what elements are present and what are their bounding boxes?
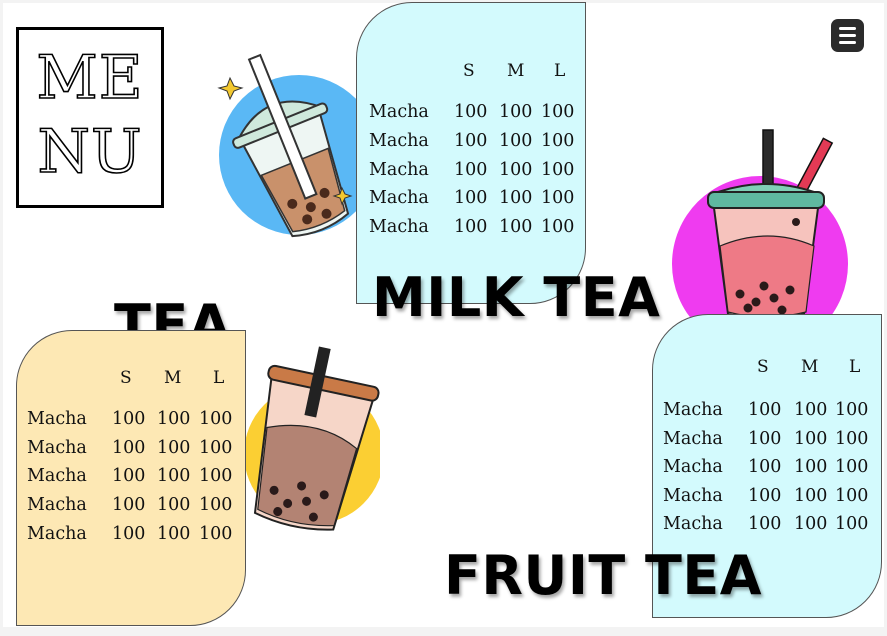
- price-s: 100: [112, 466, 146, 486]
- size-header-l: L: [554, 61, 566, 81]
- fruit-tea-title: FRUIT TEA: [444, 544, 763, 607]
- item-name: Macha: [27, 409, 87, 429]
- price-l: 100: [541, 217, 575, 237]
- size-header-l: L: [213, 368, 225, 388]
- item-name: Macha: [27, 466, 87, 486]
- item-name: Macha: [27, 524, 87, 544]
- price-m: 100: [499, 131, 533, 151]
- price-s: 100: [112, 524, 146, 544]
- item-name: Macha: [369, 217, 429, 237]
- price-row: Macha 100 100 100: [653, 486, 881, 515]
- item-name: Macha: [369, 102, 429, 122]
- price-s: 100: [112, 438, 146, 458]
- price-l: 100: [541, 102, 575, 122]
- price-s: 100: [748, 400, 782, 420]
- price-s: 100: [748, 457, 782, 477]
- size-header-l: L: [849, 357, 861, 377]
- price-m: 100: [157, 409, 191, 429]
- tea-cup-illustration: [244, 346, 380, 531]
- price-row: Macha 100 100 100: [17, 409, 245, 438]
- price-s: 100: [454, 160, 488, 180]
- price-l: 100: [199, 438, 233, 458]
- milk-tea-price-card: S M L Macha 100 100 100 Macha 100 100 10…: [356, 2, 586, 304]
- price-row: Macha 100 100 100: [653, 457, 881, 486]
- price-row: Macha 100 100 100: [357, 131, 585, 160]
- price-l: 100: [541, 131, 575, 151]
- price-m: 100: [794, 486, 828, 506]
- item-name: Macha: [369, 160, 429, 180]
- price-row: Macha 100 100 100: [17, 524, 245, 553]
- fruit-tea-cup-illustration: [672, 129, 848, 326]
- price-s: 100: [748, 514, 782, 534]
- price-m: 100: [157, 495, 191, 515]
- price-l: 100: [835, 514, 869, 534]
- size-header-m: M: [801, 357, 819, 377]
- price-s: 100: [454, 102, 488, 122]
- price-row: Macha 100 100 100: [653, 400, 881, 429]
- price-row: Macha 100 100 100: [17, 438, 245, 467]
- logo-line-1: ME: [36, 43, 144, 113]
- price-m: 100: [157, 524, 191, 544]
- size-header-s: S: [463, 61, 475, 81]
- price-s: 100: [112, 409, 146, 429]
- price-l: 100: [199, 466, 233, 486]
- price-m: 100: [794, 429, 828, 449]
- size-header-m: M: [507, 61, 525, 81]
- price-l: 100: [541, 188, 575, 208]
- price-m: 100: [157, 466, 191, 486]
- price-m: 100: [794, 514, 828, 534]
- price-s: 100: [454, 188, 488, 208]
- milk-tea-cup-illustration: [217, 53, 374, 238]
- menu-logo: ME NU: [16, 27, 164, 208]
- price-s: 100: [748, 429, 782, 449]
- item-name: Macha: [663, 486, 723, 506]
- milk-tea-title: MILK TEA: [372, 266, 661, 329]
- tea-price-card: S M L Macha 100 100 100 Macha 100 100 10…: [16, 330, 246, 626]
- price-l: 100: [835, 429, 869, 449]
- item-name: Macha: [369, 131, 429, 151]
- price-row: Macha 100 100 100: [653, 429, 881, 458]
- price-row: Macha 100 100 100: [17, 466, 245, 495]
- logo-line-2: NU: [37, 117, 143, 187]
- price-m: 100: [499, 102, 533, 122]
- price-row: Macha 100 100 100: [17, 495, 245, 524]
- price-m: 100: [499, 188, 533, 208]
- item-name: Macha: [27, 438, 87, 458]
- price-m: 100: [499, 160, 533, 180]
- item-name: Macha: [663, 429, 723, 449]
- price-s: 100: [112, 495, 146, 515]
- price-l: 100: [835, 486, 869, 506]
- item-name: Macha: [663, 514, 723, 534]
- size-header-s: S: [120, 368, 132, 388]
- price-row: Macha 100 100 100: [357, 160, 585, 189]
- menu-button[interactable]: [831, 19, 864, 52]
- item-name: Macha: [369, 188, 429, 208]
- item-name: Macha: [663, 457, 723, 477]
- price-l: 100: [835, 400, 869, 420]
- price-l: 100: [199, 524, 233, 544]
- price-m: 100: [499, 217, 533, 237]
- price-m: 100: [157, 438, 191, 458]
- price-l: 100: [199, 409, 233, 429]
- price-s: 100: [748, 486, 782, 506]
- price-s: 100: [454, 217, 488, 237]
- price-l: 100: [541, 160, 575, 180]
- price-m: 100: [794, 457, 828, 477]
- size-header-s: S: [757, 357, 769, 377]
- price-l: 100: [835, 457, 869, 477]
- price-m: 100: [794, 400, 828, 420]
- price-s: 100: [454, 131, 488, 151]
- price-row: Macha 100 100 100: [653, 514, 881, 543]
- size-header-m: M: [164, 368, 182, 388]
- price-row: Macha 100 100 100: [357, 188, 585, 217]
- item-name: Macha: [663, 400, 723, 420]
- price-row: Macha 100 100 100: [357, 102, 585, 131]
- price-row: Macha 100 100 100: [357, 217, 585, 246]
- price-l: 100: [199, 495, 233, 515]
- item-name: Macha: [27, 495, 87, 515]
